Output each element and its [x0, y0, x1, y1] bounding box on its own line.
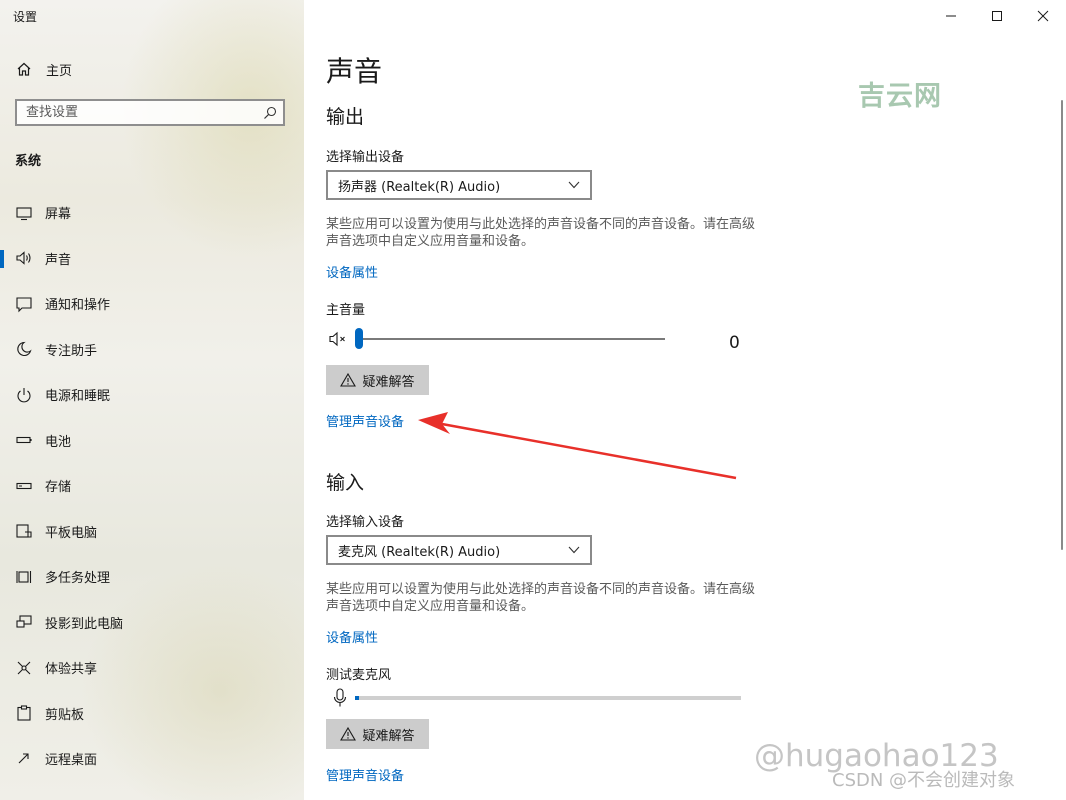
sidebar-item-label: 多任务处理 [45, 571, 111, 587]
storage-icon [16, 482, 32, 489]
clipboard-icon [17, 705, 31, 721]
input-device-dropdown[interactable]: 麦克风 (Realtek(R) Audio) [326, 535, 592, 565]
volume-slider-track[interactable] [357, 338, 665, 340]
sidebar-item-label: 电源和睡眠 [45, 389, 111, 405]
sidebar-item-clipboard[interactable]: 剪贴板 [0, 691, 304, 737]
home-label: 主页 [46, 63, 73, 79]
window-controls [928, 0, 1066, 32]
sidebar: 设置 主页 系统 屏幕 声音 通知和操作 专注助手 [0, 0, 304, 800]
output-description: 某些应用可以设置为使用与此处选择的声音设备不同的声音设备。请在高级声音选项中自定… [326, 217, 756, 249]
sidebar-item-multitasking[interactable]: 多任务处理 [0, 554, 304, 600]
share-icon [17, 661, 31, 675]
power-icon [17, 387, 31, 403]
output-device-properties-link[interactable]: 设备属性 [326, 262, 378, 281]
sidebar-item-label: 声音 [45, 252, 72, 268]
close-icon [1037, 10, 1049, 22]
troubleshoot-label: 疑难解答 [362, 374, 415, 390]
input-device-label: 选择输入设备 [326, 515, 405, 530]
moon-icon [17, 342, 32, 357]
home-icon [17, 62, 31, 76]
scrollbar[interactable] [1061, 100, 1063, 550]
sidebar-item-label: 电池 [45, 434, 72, 450]
sidebar-item-label: 剪贴板 [45, 707, 85, 723]
remote-desktop-icon [18, 753, 29, 764]
sidebar-item-label: 体验共享 [45, 662, 98, 678]
input-troubleshoot-button[interactable]: 疑难解答 [326, 719, 429, 749]
output-troubleshoot-button[interactable]: 疑难解答 [326, 365, 429, 395]
microphone-level-meter [355, 696, 741, 700]
troubleshoot-label: 疑难解答 [362, 728, 415, 744]
sidebar-item-label: 屏幕 [45, 207, 72, 223]
microphone-icon [333, 688, 347, 707]
test-microphone-label: 测试麦克风 [326, 668, 392, 683]
sidebar-item-project[interactable]: 投影到此电脑 [0, 600, 304, 646]
output-heading: 输出 [326, 106, 365, 128]
page-title: 声音 [326, 55, 383, 88]
sidebar-item-label: 远程桌面 [45, 753, 98, 769]
input-heading: 输入 [326, 472, 365, 494]
minimize-button[interactable] [928, 0, 974, 32]
sidebar-item-remote-desktop[interactable]: 远程桌面 [0, 736, 304, 782]
sidebar-item-sound[interactable]: 声音 [0, 236, 304, 282]
input-description: 某些应用可以设置为使用与此处选择的声音设备不同的声音设备。请在高级声音选项中自定… [326, 582, 756, 614]
output-device-dropdown[interactable]: 扬声器 (Realtek(R) Audio) [326, 170, 592, 200]
battery-icon [16, 437, 32, 444]
main-content: 吉云网 声音 输出 选择输出设备 扬声器 (Realtek(R) Audio) … [304, 0, 1066, 800]
project-icon [16, 615, 32, 628]
close-button[interactable] [1020, 0, 1066, 32]
sidebar-item-display[interactable]: 屏幕 [0, 190, 304, 236]
output-device-label: 选择输出设备 [326, 150, 405, 165]
master-volume-label: 主音量 [326, 303, 366, 318]
sidebar-item-label: 投影到此电脑 [45, 616, 124, 632]
minimize-icon [946, 15, 956, 17]
sidebar-item-shared-experiences[interactable]: 体验共享 [0, 645, 304, 691]
tablet-icon [16, 524, 32, 538]
watermark-logo: 吉云网 [858, 81, 942, 112]
home-nav-item[interactable]: 主页 [16, 58, 72, 80]
warning-icon [340, 373, 357, 387]
annotation-arrow [418, 412, 737, 480]
sidebar-item-label: 专注助手 [45, 343, 98, 359]
muted-speaker-icon[interactable] [329, 331, 349, 347]
input-device-properties-link[interactable]: 设备属性 [326, 627, 378, 646]
sidebar-item-notifications[interactable]: 通知和操作 [0, 281, 304, 327]
search-input[interactable] [17, 104, 263, 121]
output-manage-devices-link[interactable]: 管理声音设备 [326, 411, 404, 430]
sidebar-item-battery[interactable]: 电池 [0, 418, 304, 464]
sidebar-item-power[interactable]: 电源和睡眠 [0, 372, 304, 418]
section-label: 系统 [15, 154, 42, 169]
sidebar-item-label: 通知和操作 [45, 298, 111, 314]
input-device-value: 麦克风 (Realtek(R) Audio) [338, 544, 501, 560]
search-box [15, 99, 285, 126]
sidebar-item-label: 存储 [45, 480, 72, 496]
notification-icon [16, 297, 32, 313]
volume-value: 0 [729, 333, 740, 353]
chevron-down-icon [568, 181, 580, 189]
maximize-icon [992, 11, 1002, 21]
search-icon[interactable] [263, 106, 277, 120]
app-title: 设置 [13, 10, 38, 24]
chevron-down-icon [568, 546, 580, 554]
microphone-level-fill [355, 696, 359, 700]
output-device-value: 扬声器 (Realtek(R) Audio) [338, 179, 501, 195]
nav-list: 屏幕 声音 通知和操作 专注助手 电源和睡眠 电池 存储 平板电脑 多任务处理 … [0, 190, 304, 782]
sidebar-item-label: 平板电脑 [45, 525, 98, 541]
sidebar-item-storage[interactable]: 存储 [0, 463, 304, 509]
maximize-button[interactable] [974, 0, 1020, 32]
speaker-icon [16, 251, 31, 265]
sidebar-item-tablet[interactable]: 平板电脑 [0, 509, 304, 555]
multitask-icon [16, 570, 32, 583]
monitor-icon [16, 207, 32, 220]
volume-slider-thumb[interactable] [355, 328, 363, 349]
sidebar-item-focus-assist[interactable]: 专注助手 [0, 327, 304, 373]
watermark-csdn: CSDN @不会创建对象 [832, 770, 1016, 791]
warning-icon [340, 727, 357, 741]
input-manage-devices-link[interactable]: 管理声音设备 [326, 765, 404, 784]
